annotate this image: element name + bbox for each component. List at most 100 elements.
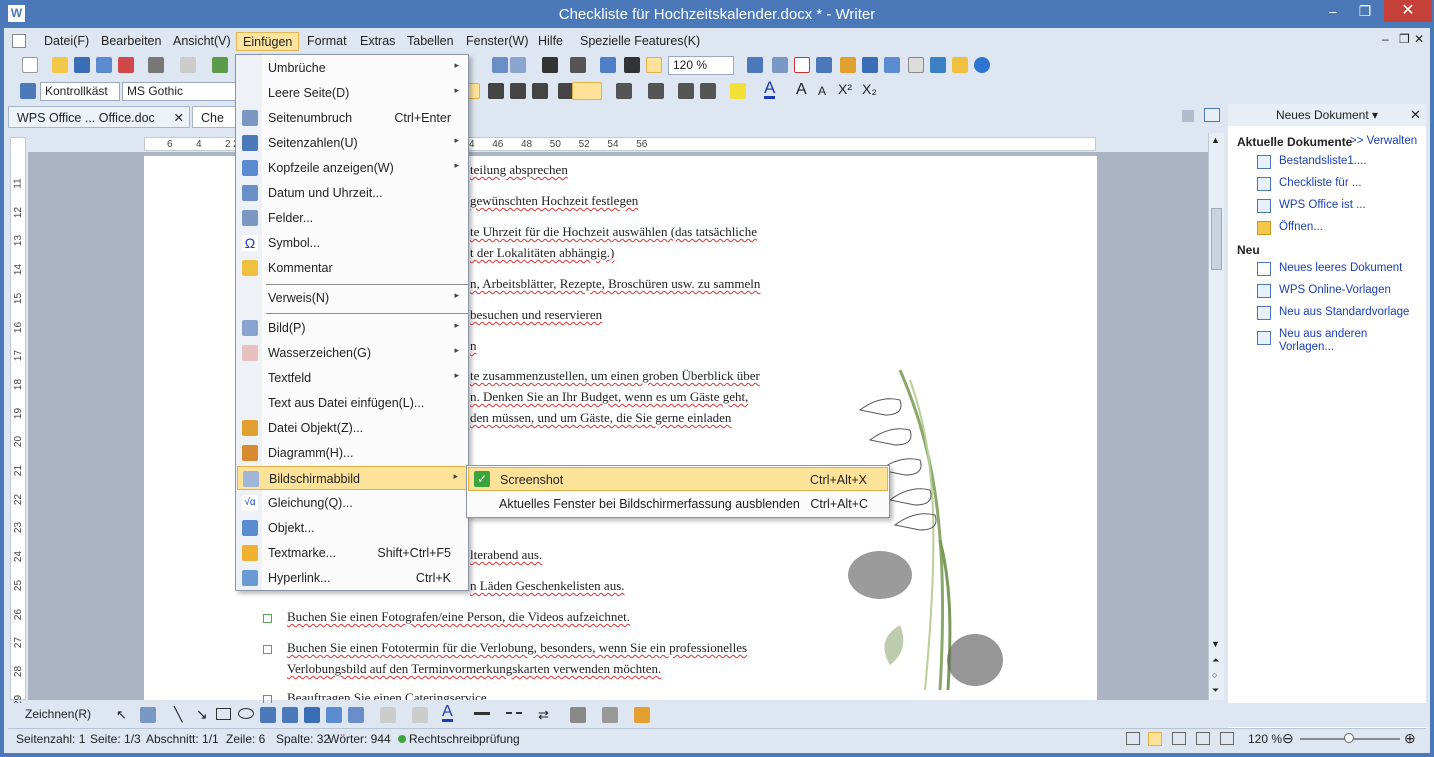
grow-font-icon[interactable]: A xyxy=(796,81,807,99)
mail-icon[interactable] xyxy=(884,57,900,73)
insert-menu-item[interactable]: Bild(P) ▸ xyxy=(237,316,468,340)
print-preview-icon[interactable] xyxy=(180,57,196,73)
align-center-icon[interactable] xyxy=(488,83,504,99)
insert-menu-item[interactable]: Bildschirmabbild ▸ xyxy=(237,466,468,490)
insert-menu-item[interactable]: Umbrüche ▸ xyxy=(237,56,468,80)
save-icon[interactable] xyxy=(74,57,90,73)
doc-close-icon[interactable]: ✕ xyxy=(1414,32,1424,46)
line-spacing-icon[interactable] xyxy=(572,82,602,100)
align-right-icon[interactable] xyxy=(510,83,526,99)
insert-menu-item[interactable]: √α Gleichung(Q)... xyxy=(237,491,468,515)
shopping-icon[interactable] xyxy=(840,57,856,73)
new-document-icon[interactable] xyxy=(22,57,38,73)
draw-menu[interactable]: Zeichnen(R) xyxy=(25,707,91,721)
subscript-icon[interactable]: X₂ xyxy=(862,81,877,97)
task-pane-header[interactable]: Neues Dokument ▾ xyxy=(1228,104,1426,126)
3d-icon[interactable] xyxy=(602,707,618,723)
save-as-icon[interactable] xyxy=(96,57,112,73)
scroll-up-icon[interactable]: ▲ xyxy=(1211,135,1220,145)
text-line[interactable]: n xyxy=(470,338,477,354)
vertical-ruler[interactable]: 11 12 13 14 15 16 17 18 19 20 21 22 23 24 25 26 27 28 29 xyxy=(10,137,26,706)
close-button[interactable]: ✕ xyxy=(1384,0,1432,22)
shadow-icon[interactable] xyxy=(570,707,586,723)
maximize-button[interactable]: ❐ xyxy=(1350,0,1380,22)
checkbox-icon[interactable] xyxy=(263,645,272,654)
numbering-icon[interactable] xyxy=(616,83,632,99)
menu-hilfe[interactable]: Hilfe xyxy=(532,32,569,51)
text-line[interactable]: besuchen und reservieren xyxy=(470,307,602,323)
tshirt-icon[interactable] xyxy=(908,57,924,73)
page-view-icon[interactable] xyxy=(646,57,662,73)
view-outline-icon[interactable] xyxy=(1172,732,1186,745)
menu-fenster[interactable]: Fenster(W) xyxy=(460,32,535,51)
insert-menu-item[interactable]: Textfeld ▸ xyxy=(237,366,468,390)
arrow-icon[interactable]: ↘ xyxy=(196,706,208,723)
scroll-down-icon[interactable]: ▼ xyxy=(1211,639,1220,649)
zoom-slider-thumb[interactable] xyxy=(1344,733,1354,743)
export-pdf-icon[interactable] xyxy=(118,57,134,73)
hide-window-item[interactable]: Aktuelles Fenster bei Bildschirmerfassun… xyxy=(468,492,888,516)
shapes-icon[interactable] xyxy=(140,707,156,723)
insert-menu-item[interactable]: Diagramm(H)... xyxy=(237,441,468,465)
insert-chart-icon[interactable] xyxy=(492,57,508,73)
text-line[interactable]: Buchen Sie einen Fotografen/eine Person,… xyxy=(287,609,630,625)
menu-extras[interactable]: Extras xyxy=(354,32,401,51)
doc-menu-icon[interactable] xyxy=(12,34,26,48)
menu-datei[interactable]: Datei(F) xyxy=(38,32,95,51)
superscript-icon[interactable]: X² xyxy=(838,81,852,97)
task-pane-close-icon[interactable]: ✕ xyxy=(1410,107,1421,123)
insert-menu-item[interactable]: Text aus Datei einfügen(L)... xyxy=(237,391,468,415)
recent-doc-2[interactable]: Checkliste für ... xyxy=(1279,177,1361,189)
nonprinting-chars-icon[interactable] xyxy=(570,57,586,73)
increase-indent-icon[interactable] xyxy=(700,83,716,99)
taskpane-toggle-icon[interactable] xyxy=(1204,108,1220,122)
fill-color-icon[interactable] xyxy=(380,707,396,723)
shrink-font-icon[interactable]: A xyxy=(818,84,826,98)
insert-menu-item[interactable]: Datei Objekt(Z)... xyxy=(237,416,468,440)
text-line[interactable]: teilung absprechen xyxy=(470,162,568,178)
print-icon[interactable] xyxy=(148,57,164,73)
recent-doc-3[interactable]: WPS Office ist ... xyxy=(1279,199,1366,211)
tab-close-icon[interactable]: ✕ xyxy=(174,110,184,125)
spellcheck-status[interactable]: Rechtschreibprüfung xyxy=(409,732,520,746)
justify-icon[interactable] xyxy=(532,83,548,99)
find-icon[interactable] xyxy=(772,57,788,73)
other-templates-link[interactable]: Neu aus anderen xyxy=(1279,328,1367,340)
other-templates-link-2[interactable]: Vorlagen... xyxy=(1279,341,1334,353)
view-page-icon[interactable] xyxy=(1148,732,1162,746)
rectangle-icon[interactable] xyxy=(216,708,231,720)
vertical-textbox-icon[interactable] xyxy=(282,707,298,723)
text-line[interactable]: den müssen, und um Gäste, die Sie gerne … xyxy=(470,410,731,426)
textbox-icon[interactable] xyxy=(260,707,276,723)
line-style-icon[interactable] xyxy=(474,712,490,715)
checkbox-icon[interactable] xyxy=(263,614,272,623)
hyperlink-tool-icon[interactable] xyxy=(624,57,640,73)
navigator-icon[interactable] xyxy=(600,57,616,73)
view-web-icon[interactable] xyxy=(1196,732,1210,745)
tab-wps-office[interactable]: WPS Office ... Office.doc ✕ xyxy=(8,106,190,128)
wordart-icon[interactable] xyxy=(304,707,320,723)
text-line[interactable]: te Uhrzeit für die Hochzeit auswählen (d… xyxy=(470,224,757,240)
insert-menu-item[interactable]: Seitenumbruch Ctrl+Enter xyxy=(237,106,468,130)
zoom-out-icon[interactable]: ⊖ xyxy=(1282,730,1294,747)
picture-tool-icon[interactable] xyxy=(326,707,342,723)
open-icon[interactable] xyxy=(52,57,68,73)
recent-doc-1[interactable]: Bestandsliste1.... xyxy=(1279,155,1367,167)
select-browse-icon[interactable]: ○ xyxy=(1212,670,1217,680)
dash-style-icon[interactable] xyxy=(506,712,522,714)
doc-minimize-icon[interactable]: – xyxy=(1382,32,1389,46)
text-line[interactable]: t der Lokalitäten abhängig.) xyxy=(470,245,614,261)
text-line[interactable]: Verlobungsbild auf den Terminvormerkungs… xyxy=(287,661,661,677)
text-line[interactable]: gewünschten Hochzeit festlegen xyxy=(470,193,638,209)
text-line[interactable]: lterabend aus. xyxy=(470,547,542,563)
menu-bearbeiten[interactable]: Bearbeiten xyxy=(95,32,167,51)
bullets-icon[interactable] xyxy=(648,83,664,99)
view-full-icon[interactable] xyxy=(1126,732,1140,745)
chart-tool-icon[interactable] xyxy=(348,707,364,723)
open-link[interactable]: Öffnen... xyxy=(1279,221,1323,233)
font-color-icon[interactable]: A xyxy=(764,79,776,99)
text-line[interactable]: n. Denken Sie an Ihr Budget, wenn es um … xyxy=(470,389,748,405)
table-icon[interactable] xyxy=(510,57,526,73)
ellipse-icon[interactable] xyxy=(238,708,254,719)
text-line[interactable]: n Läden Geschenkelisten aus. xyxy=(470,578,625,594)
